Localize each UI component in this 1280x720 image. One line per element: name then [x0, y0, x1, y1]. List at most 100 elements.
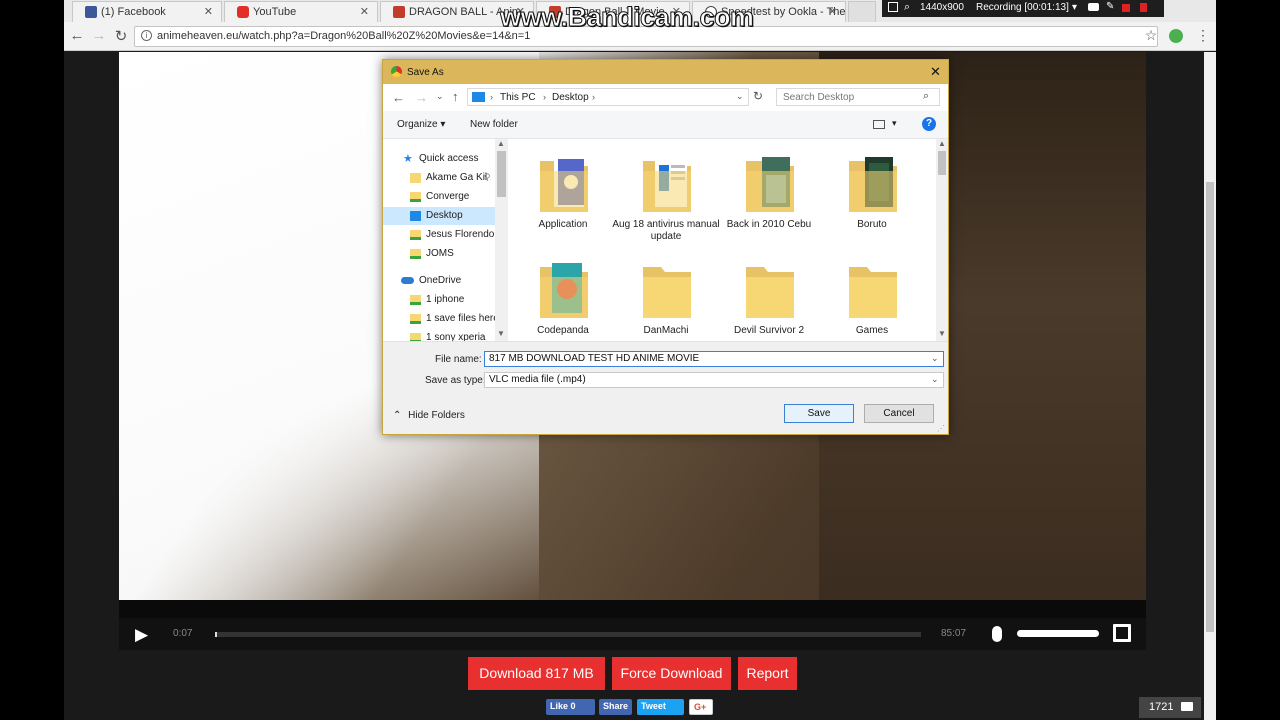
star-icon[interactable]: ☆ — [1142, 27, 1160, 44]
tweet-button[interactable]: Tweet — [637, 699, 684, 715]
force-download-button[interactable]: Force Download — [612, 657, 731, 690]
close-icon[interactable]: ✕ — [828, 5, 837, 18]
nav-scrollbar[interactable]: ▲ ▼ — [495, 139, 508, 341]
nav-item-converge[interactable]: Converge — [383, 188, 495, 206]
nav-item-save-files[interactable]: 1 save files here — [383, 310, 499, 328]
scroll-down-icon[interactable]: ▼ — [938, 329, 946, 338]
scroll-up-icon[interactable]: ▲ — [938, 139, 946, 148]
hide-folders-button[interactable]: ⌃ Hide Folders — [393, 410, 465, 421]
extension-icon[interactable] — [1169, 29, 1183, 43]
help-icon[interactable]: ? — [922, 117, 936, 131]
camera-icon[interactable] — [1088, 3, 1099, 11]
file-name-input[interactable]: 817 MB DOWNLOAD TEST HD ANIME MOVIE ⌄ — [484, 351, 944, 367]
forward-icon[interactable]: → — [415, 90, 428, 105]
folder-label: Application — [538, 219, 588, 230]
seek-progress — [215, 632, 217, 637]
cancel-button[interactable]: Cancel — [864, 404, 934, 423]
facebook-like-button[interactable]: Like 0 — [546, 699, 595, 715]
comment-counter[interactable]: 1721 — [1139, 697, 1201, 718]
reload-icon[interactable]: ↻ — [112, 27, 130, 45]
resize-grip-icon[interactable]: ⋰ — [937, 424, 945, 433]
nav-onedrive[interactable]: OneDrive — [383, 272, 495, 290]
video-bottom-edge — [119, 600, 1146, 618]
folder-document-icon — [643, 157, 691, 212]
info-icon[interactable]: i — [141, 30, 152, 41]
refresh-icon[interactable]: ↻ — [753, 89, 763, 103]
stop-icon[interactable] — [1140, 3, 1147, 12]
player-controls: ▶ 0:07 85:07 — [119, 618, 1146, 650]
breadcrumb-desktop[interactable]: Desktop — [552, 92, 589, 103]
scrollbar-thumb[interactable] — [1206, 182, 1214, 632]
report-button[interactable]: Report — [738, 657, 797, 690]
nav-item-sony[interactable]: 1 sony xperia — [383, 329, 495, 341]
fullscreen-icon[interactable] — [1113, 624, 1131, 642]
window-icon[interactable] — [888, 2, 898, 12]
folder-icon — [849, 267, 897, 318]
folder-devil-survivor[interactable]: Devil Survivor 2 — [714, 257, 814, 341]
tab-youtube[interactable]: YouTube ✕ — [224, 1, 378, 22]
chevron-down-icon[interactable]: ⌄ — [931, 353, 939, 364]
folder-application[interactable]: Application — [508, 151, 608, 251]
record-icon[interactable] — [1122, 4, 1130, 12]
breadcrumb[interactable]: › This PC › Desktop › ⌄ — [467, 88, 749, 106]
tab-label: YouTube — [253, 6, 297, 18]
nav-item-desktop[interactable]: Desktop — [383, 207, 495, 225]
organize-button[interactable]: Organize ▾ — [397, 119, 445, 130]
view-icon[interactable] — [873, 120, 885, 129]
folder-aug18[interactable]: Aug 18 antivirus manual update — [611, 151, 720, 251]
scroll-up-icon[interactable]: ▲ — [497, 139, 505, 148]
save-button[interactable]: Save — [784, 404, 854, 423]
dialog-title: Save As — [407, 67, 444, 78]
folder-codepanda[interactable]: Codepanda — [508, 257, 608, 341]
chevron-down-icon[interactable]: ⌄ — [736, 91, 744, 102]
pencil-icon[interactable]: ✎ — [1106, 1, 1114, 12]
scrollbar-thumb[interactable] — [497, 151, 506, 197]
gplus-button[interactable]: G+ — [689, 699, 713, 715]
seek-bar[interactable] — [215, 632, 921, 637]
dialog-footer: File name: 817 MB DOWNLOAD TEST HD ANIME… — [383, 341, 948, 434]
volume-slider[interactable] — [1017, 630, 1099, 637]
page-scrollbar[interactable] — [1204, 52, 1216, 720]
save-type-value: VLC media file (.mp4) — [489, 374, 586, 385]
scrollbar-thumb[interactable] — [938, 151, 946, 175]
folder-danmachi[interactable]: DanMachi — [611, 257, 711, 341]
folder-back-in-2010[interactable]: Back in 2010 Cebu — [714, 151, 814, 251]
nav-item-jesus[interactable]: Jesus Florendo — [383, 226, 495, 244]
close-icon[interactable]: ✕ — [204, 5, 213, 18]
chevron-down-icon[interactable]: ▾ — [892, 118, 897, 129]
nav-item-akame[interactable]: Akame Ga Kil ⚲ — [383, 169, 495, 187]
up-icon[interactable]: ↑ — [452, 89, 459, 104]
tab-facebook[interactable]: (1) Facebook ✕ — [72, 1, 222, 22]
volume-icon[interactable] — [992, 626, 1002, 642]
menu-icon[interactable]: ⋮ — [1194, 27, 1212, 44]
chevron-down-icon[interactable]: ▾ — [1072, 2, 1077, 13]
facebook-share-button[interactable]: Share — [599, 699, 632, 715]
nav-item-iphone[interactable]: 1 iphone — [383, 291, 495, 309]
content-scrollbar[interactable]: ▲ ▼ — [936, 139, 948, 341]
new-folder-button[interactable]: New folder — [470, 119, 518, 130]
play-icon[interactable]: ▶ — [135, 625, 148, 645]
folder-games[interactable]: Games — [817, 257, 917, 341]
close-icon[interactable]: ✕ — [360, 5, 369, 18]
folder-boruto[interactable]: Boruto — [817, 151, 917, 251]
search-icon[interactable]: ⌕ — [904, 1, 910, 14]
back-icon[interactable]: ← — [392, 90, 405, 105]
close-icon[interactable]: ✕ — [930, 64, 941, 80]
chevron-up-icon: ⌃ — [393, 410, 402, 421]
nav-quick-access[interactable]: ★ Quick access — [383, 150, 495, 168]
forward-icon[interactable]: → — [90, 27, 108, 44]
chevron-down-icon[interactable]: ⌄ — [931, 374, 939, 385]
dialog-titlebar: Save As ✕ — [383, 60, 948, 84]
breadcrumb-this-pc[interactable]: This PC — [500, 92, 536, 103]
facebook-icon — [85, 6, 97, 18]
nav-item-joms[interactable]: JOMS — [383, 245, 495, 263]
back-icon[interactable]: ← — [68, 27, 86, 44]
download-button[interactable]: Download 817 MB — [468, 657, 605, 690]
folder-label: Codepanda — [537, 325, 589, 336]
scroll-down-icon[interactable]: ▼ — [497, 329, 505, 338]
save-type-select[interactable]: VLC media file (.mp4) ⌄ — [484, 372, 944, 388]
search-input[interactable]: Search Desktop ⌕ — [776, 88, 940, 106]
chevron-down-icon[interactable]: ⌄ — [436, 91, 444, 102]
desktop-icon — [410, 211, 421, 221]
new-tab-button[interactable] — [848, 1, 876, 22]
